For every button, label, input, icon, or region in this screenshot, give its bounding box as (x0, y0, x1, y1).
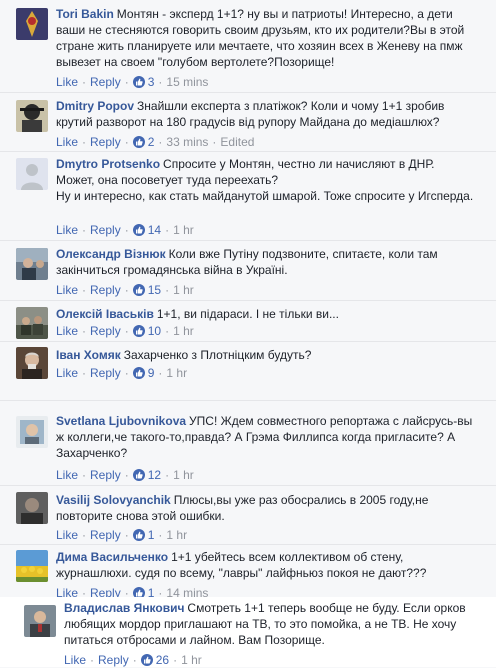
comment-actions: Like · Reply · 26 · 1 hr (64, 653, 202, 667)
divider (0, 151, 496, 152)
comment: Владислав Янкович Смотреть 1+1 теперь воо… (0, 597, 496, 667)
timestamp[interactable]: 1 hr (173, 283, 194, 297)
reply-button[interactable]: Reply (90, 366, 121, 380)
reply-button[interactable]: Reply (90, 468, 121, 482)
thumbs-up-icon (132, 367, 145, 379)
avatar[interactable] (16, 347, 48, 379)
divider (0, 92, 496, 93)
reply-button[interactable]: Reply (90, 324, 121, 338)
comment-author[interactable]: Vasilij Solovyanchik (56, 493, 171, 507)
comment-actions: Like · Reply · 15 · 1 hr (56, 283, 194, 297)
avatar[interactable] (16, 158, 48, 190)
like-button[interactable]: Like (56, 528, 78, 542)
timestamp[interactable]: 1 hr (173, 468, 194, 482)
comment-actions: Like · Reply · 12 · 1 hr (56, 468, 194, 482)
edited-label[interactable]: Edited (220, 135, 254, 149)
like-button[interactable]: Like (56, 223, 78, 237)
comment-author[interactable]: Владислав Янкович (64, 601, 184, 615)
avatar[interactable] (16, 307, 48, 339)
comment-actions: Like · Reply · 3 · 15 mins (56, 75, 209, 89)
comment-author[interactable]: Dmitry Popov (56, 99, 134, 113)
comment-author[interactable]: Svetlana Ljubovnikova (56, 414, 186, 428)
like-count[interactable]: 14 (148, 223, 161, 237)
comment-author[interactable]: Dmytro Protsenko (56, 157, 160, 171)
like-count[interactable]: 3 (148, 75, 155, 89)
avatar[interactable] (24, 605, 56, 637)
divider (0, 300, 496, 301)
like-button[interactable]: Like (56, 366, 78, 380)
reply-button[interactable]: Reply (90, 135, 121, 149)
timestamp[interactable]: 33 mins (166, 135, 208, 149)
thumbs-up-icon (132, 136, 145, 148)
avatar[interactable] (16, 550, 48, 582)
reply-button[interactable]: Reply (90, 223, 121, 237)
timestamp[interactable]: 1 hr (173, 223, 194, 237)
comment-text: 1+1, ви підараси. І не тільки ви... (156, 307, 339, 321)
like-button[interactable]: Like (56, 468, 78, 482)
like-count[interactable]: 10 (148, 324, 161, 338)
thumbs-up-icon (132, 76, 145, 88)
thumbs-up-icon (132, 284, 145, 296)
reply-button[interactable]: Reply (98, 653, 129, 667)
comment-actions: Like · Reply · 14 · 1 hr (56, 223, 194, 237)
like-count[interactable]: 26 (156, 653, 169, 667)
comment-actions: Like · Reply · 1 · 1 hr (56, 528, 188, 542)
divider (0, 485, 496, 486)
timestamp[interactable]: 1 hr (173, 324, 194, 338)
thumbs-up-icon (140, 654, 153, 666)
like-button[interactable]: Like (56, 135, 78, 149)
comment-author[interactable]: Tori Bakin (56, 7, 114, 21)
comment-author[interactable]: Дима Васильченко (56, 550, 168, 564)
thumbs-up-icon (132, 529, 145, 541)
reply-button[interactable]: Reply (90, 283, 121, 297)
comment-author[interactable]: Іван Хомяк (56, 348, 121, 362)
avatar[interactable] (16, 8, 48, 40)
like-count[interactable]: 1 (148, 528, 155, 542)
timestamp[interactable]: 15 mins (166, 75, 208, 89)
timestamp[interactable]: 1 hr (166, 366, 187, 380)
timestamp[interactable]: 1 hr (166, 528, 187, 542)
divider (0, 400, 496, 401)
like-count[interactable]: 15 (148, 283, 161, 297)
avatar[interactable] (16, 416, 48, 448)
comment-text: Монтян - эксперд 1+1? ну вы и патриоты! … (56, 7, 465, 69)
thumbs-up-icon (132, 224, 145, 236)
divider (0, 341, 496, 342)
comment-actions: Like · Reply · 9 · 1 hr (56, 366, 188, 380)
comment-actions: Like · Reply · 10 · 1 hr (56, 324, 194, 338)
like-button[interactable]: Like (56, 324, 78, 338)
thumbs-up-icon (132, 469, 145, 481)
avatar[interactable] (16, 248, 48, 280)
comment-text: Захарченко з Плотніцким будуть? (123, 348, 312, 362)
comment-actions: Like · Reply · 2 · 33 mins · Edited (56, 135, 255, 149)
like-count[interactable]: 2 (148, 135, 155, 149)
divider (0, 544, 496, 545)
reply-button[interactable]: Reply (90, 528, 121, 542)
comment-author[interactable]: Олексій Іваськів (56, 307, 154, 321)
divider (0, 240, 496, 241)
timestamp[interactable]: 1 hr (181, 653, 202, 667)
thumbs-up-icon (132, 325, 145, 337)
avatar[interactable] (16, 100, 48, 132)
like-button[interactable]: Like (56, 283, 78, 297)
reply-button[interactable]: Reply (90, 75, 121, 89)
like-button[interactable]: Like (56, 75, 78, 89)
like-count[interactable]: 9 (148, 366, 155, 380)
like-count[interactable]: 12 (148, 468, 161, 482)
avatar[interactable] (16, 492, 48, 524)
comment-author[interactable]: Олександр Візнюк (56, 247, 166, 261)
like-button[interactable]: Like (64, 653, 86, 667)
